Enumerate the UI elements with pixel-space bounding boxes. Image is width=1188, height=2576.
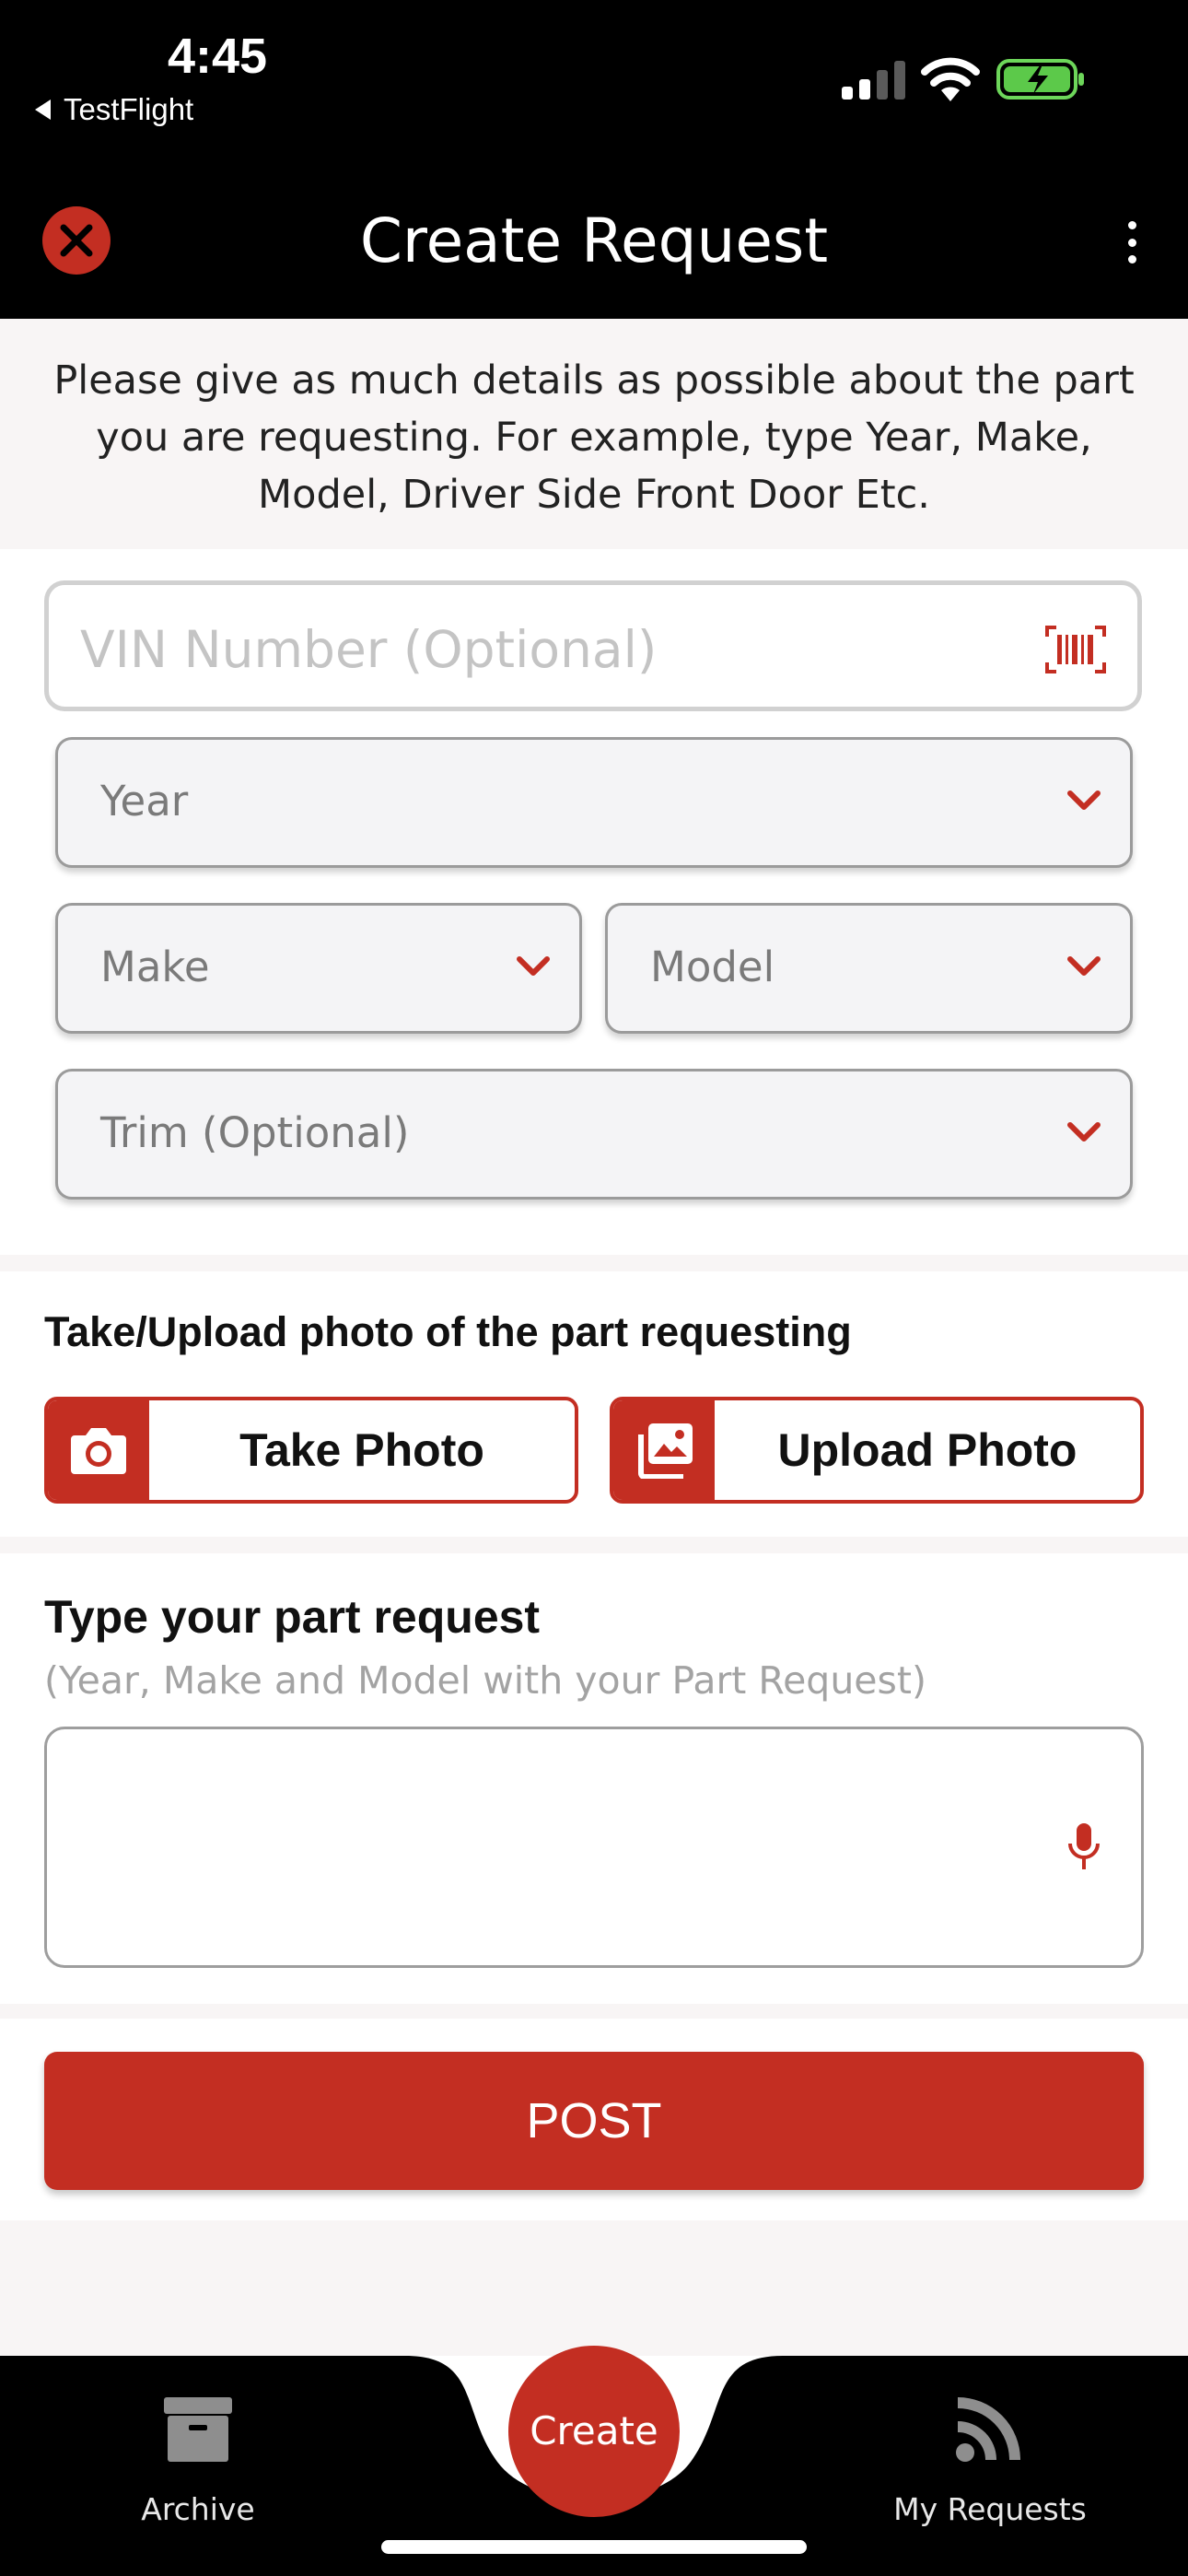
- tab-my-requests-label: My Requests: [893, 2491, 1087, 2527]
- page-title: Create Request: [359, 205, 829, 276]
- camera-icon: [71, 1428, 126, 1474]
- upload-photo-label: Upload Photo: [777, 1424, 1077, 1476]
- battery-icon: [996, 59, 1084, 100]
- microphone-icon[interactable]: [1066, 1821, 1102, 1873]
- section-divider: [0, 1537, 1188, 1553]
- trim-placeholder: Trim (Optional): [100, 1108, 410, 1157]
- tab-archive-label: Archive: [141, 2491, 255, 2527]
- trim-dropdown[interactable]: Trim (Optional): [55, 1069, 1133, 1200]
- barcode-icon[interactable]: [1045, 626, 1106, 673]
- tab-my-requests[interactable]: My Requests: [852, 2395, 1128, 2527]
- more-vertical-icon[interactable]: [1116, 221, 1147, 263]
- take-photo-label: Take Photo: [239, 1424, 484, 1476]
- make-dropdown[interactable]: Make: [55, 903, 582, 1034]
- rss-feed-icon: [956, 2397, 1020, 2462]
- chevron-down-icon: [1067, 956, 1101, 976]
- bottom-spacer: [0, 2220, 1188, 2356]
- intro-text: Please give as much details as possible …: [53, 357, 1135, 518]
- back-to-app-link[interactable]: TestFlight: [35, 92, 193, 127]
- photo-heading: Take/Upload photo of the part requesting: [44, 1308, 852, 1355]
- section-divider: [0, 2004, 1188, 2019]
- take-photo-button[interactable]: Take Photo: [44, 1397, 578, 1504]
- part-request-heading: Type your part request: [44, 1591, 541, 1643]
- year-dropdown[interactable]: Year: [55, 737, 1133, 868]
- year-placeholder: Year: [100, 777, 189, 825]
- make-placeholder: Make: [100, 943, 210, 991]
- status-time: 4:45: [168, 29, 268, 84]
- back-triangle-icon: [35, 100, 51, 120]
- archive-icon: [164, 2397, 232, 2462]
- part-request-subheading: (Year, Make and Model with your Part Req…: [44, 1658, 926, 1703]
- section-divider: [0, 1255, 1188, 1271]
- vin-placeholder: VIN Number (Optional): [80, 620, 658, 679]
- cellular-signal-icon: [842, 61, 905, 100]
- chevron-down-icon: [1067, 1122, 1101, 1142]
- image-icon: [638, 1423, 693, 1479]
- chevron-down-icon: [1067, 790, 1101, 810]
- model-placeholder: Model: [650, 943, 775, 991]
- vin-input[interactable]: VIN Number (Optional): [44, 580, 1142, 711]
- part-request-input[interactable]: [44, 1727, 1144, 1968]
- upload-photo-button[interactable]: Upload Photo: [610, 1397, 1144, 1504]
- create-button[interactable]: Create: [508, 2346, 680, 2517]
- home-indicator: [381, 2540, 807, 2554]
- wifi-icon: [921, 57, 980, 101]
- model-dropdown[interactable]: Model: [605, 903, 1133, 1034]
- back-app-label: TestFlight: [64, 92, 194, 126]
- chevron-down-icon: [517, 956, 550, 976]
- tab-archive[interactable]: Archive: [60, 2395, 336, 2527]
- post-button[interactable]: POST: [44, 2052, 1144, 2190]
